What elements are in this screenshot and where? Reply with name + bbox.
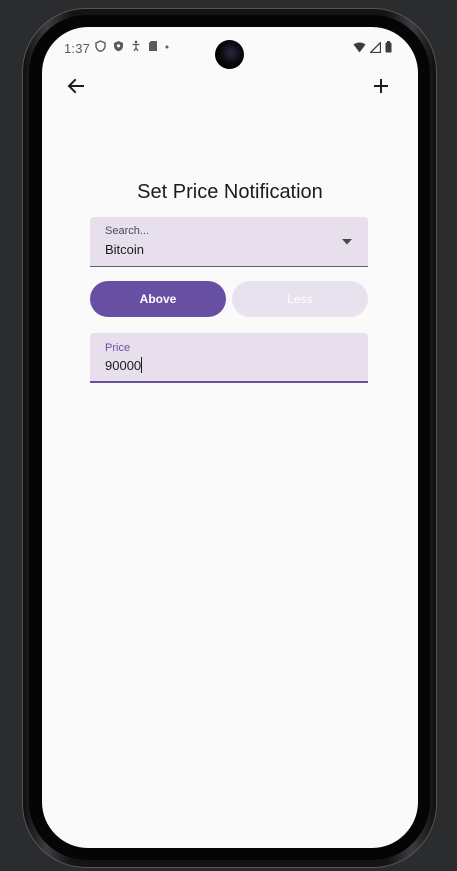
vpn-shield-icon bbox=[95, 40, 106, 52]
less-button[interactable]: Less bbox=[232, 281, 368, 317]
signal-icon bbox=[370, 41, 381, 53]
coin-search-dropdown[interactable]: Search... Bitcoin bbox=[90, 217, 368, 267]
status-bar: 1:37 bbox=[42, 27, 418, 69]
text-cursor bbox=[141, 357, 142, 373]
add-button[interactable] bbox=[370, 75, 392, 97]
search-label: Search... bbox=[105, 225, 150, 237]
stage: 1:37 Set Price Notification Search... Bi… bbox=[0, 0, 457, 871]
sd-card-icon bbox=[149, 41, 157, 51]
arrow-back-icon bbox=[67, 78, 84, 94]
status-time: 1:37 bbox=[64, 41, 91, 56]
price-label: Price bbox=[105, 342, 131, 354]
back-button[interactable] bbox=[65, 75, 87, 97]
dropdown-arrow-icon[interactable] bbox=[342, 239, 352, 245]
page-title: Set Price Notification bbox=[137, 181, 323, 203]
above-button[interactable]: Above bbox=[90, 281, 226, 317]
price-value: 90000 bbox=[105, 358, 142, 373]
phone-screen: 1:37 Set Price Notification Search... Bi… bbox=[42, 27, 418, 848]
add-icon bbox=[374, 79, 388, 93]
status-system-icons bbox=[353, 41, 392, 53]
battery-icon bbox=[385, 41, 392, 53]
accessibility-icon bbox=[132, 40, 140, 52]
front-camera bbox=[215, 40, 244, 69]
more-notifications-dot-icon bbox=[165, 45, 169, 49]
search-selected-value: Bitcoin bbox=[105, 242, 145, 257]
wifi-icon bbox=[353, 42, 366, 52]
price-input[interactable]: Price 90000 bbox=[90, 333, 368, 383]
status-notification-icons bbox=[95, 40, 169, 52]
security-shield-icon bbox=[114, 41, 123, 52]
